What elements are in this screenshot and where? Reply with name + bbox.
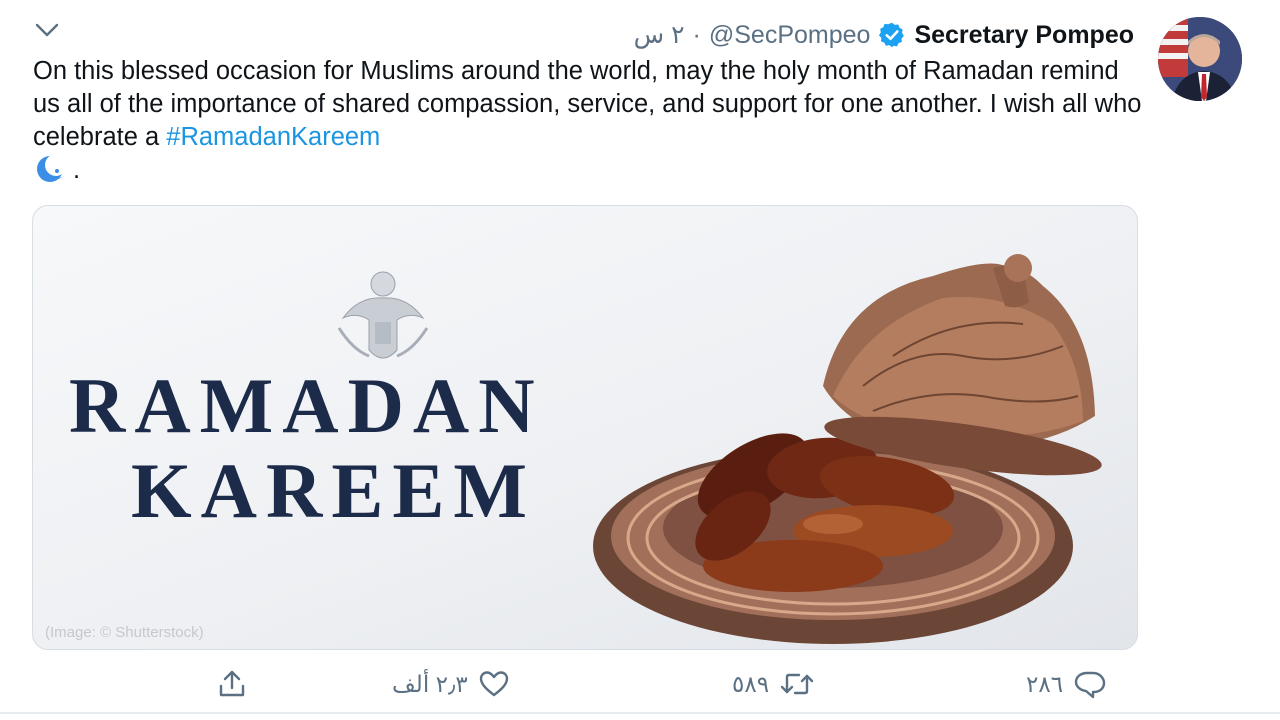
separator-dot: · [692,20,701,49]
like-icon [479,671,508,697]
tweet-time[interactable]: ٢ س [634,20,685,50]
date-bowl-illustration [593,254,1102,644]
reply-count: ٢٨٦ [1026,670,1064,697]
tweet-text: On this blessed occasion for Muslims aro… [33,55,1143,187]
reply-icon [1074,671,1106,699]
image-credit: (Image: © Shutterstock) [45,624,204,641]
retweet-button[interactable]: ٥٨٩ [732,668,815,700]
like-count: ٢٫٣ ألف [392,670,468,697]
crescent-moon-emoji [33,154,73,184]
tweet-actions: ٢٫٣ ألف ٥٨٩ ٢٨٦ [0,660,1280,710]
author-name[interactable]: Secretary Pompeo [914,21,1134,50]
reply-button[interactable]: ٢٨٦ [1026,668,1107,700]
author-handle[interactable]: @SecPompeo [709,21,871,50]
divider [0,712,1280,714]
chevron-down-icon[interactable] [34,20,60,40]
tweet-image[interactable]: RAMADAN KAREEM (Image: © Shutterstock) [32,205,1138,650]
tweet-header: ٢ س · @SecPompeo Secretary Pompeo [634,18,1134,52]
share-button[interactable] [216,668,248,700]
tweet-end: . [73,156,81,184]
verified-badge-icon [878,21,906,49]
image-title-line2: KAREEM [131,447,536,534]
avatar[interactable] [1158,17,1242,101]
like-button[interactable]: ٢٫٣ ألف [392,668,510,700]
image-title-line1: RAMADAN [69,362,544,449]
hashtag-link[interactable]: #RamadanKareem [166,123,380,151]
state-department-seal [337,271,429,359]
retweet-count: ٥٨٩ [732,670,770,697]
share-icon [219,670,245,697]
retweet-icon [780,673,814,695]
